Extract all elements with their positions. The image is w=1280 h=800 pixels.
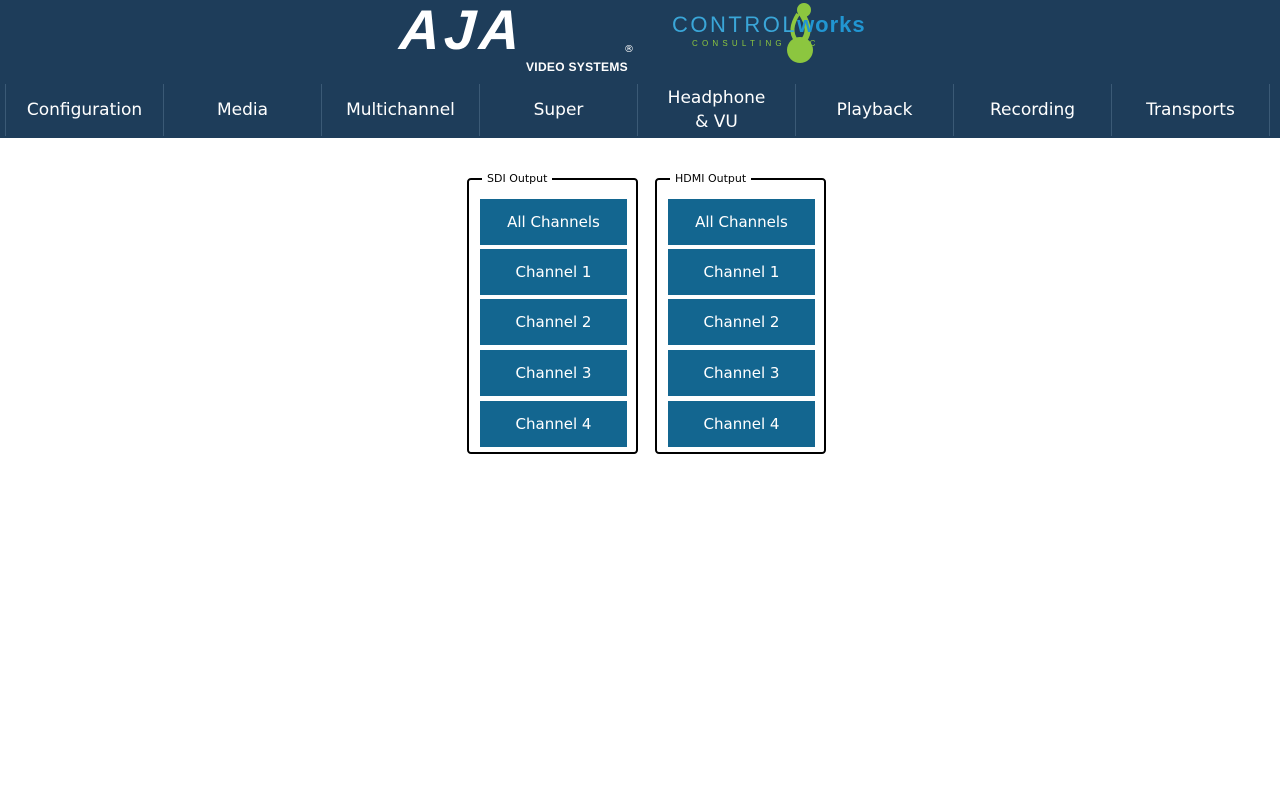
aja-logo-letters: AJA: [397, 0, 527, 61]
sdi-all-channels-button[interactable]: All Channels: [480, 199, 627, 245]
aja-logo-tagline: VIDEO SYSTEMS: [526, 60, 628, 74]
main-content: [0, 138, 1280, 800]
tab-configuration[interactable]: Configuration: [5, 84, 163, 136]
sdi-channel-2-button[interactable]: Channel 2: [480, 299, 627, 345]
sdi-channel-1-button[interactable]: Channel 1: [480, 249, 627, 295]
header-bar: AJA ® VIDEO SYSTEMS CONTROLworks CONSULT…: [0, 0, 1280, 84]
tab-playback[interactable]: Playback: [795, 84, 953, 136]
main-tab-bar: Configuration Media Multichannel Super H…: [0, 84, 1280, 138]
controlworks-logo-text: CONTROLworks: [672, 12, 866, 38]
tab-super[interactable]: Super: [479, 84, 637, 136]
hdmi-output-group: HDMI Output All Channels Channel 1 Chann…: [655, 171, 826, 454]
hdmi-output-legend: HDMI Output: [670, 171, 752, 187]
tab-headphone-vu[interactable]: Headphone & VU: [637, 84, 795, 136]
hdmi-channel-3-button[interactable]: Channel 3: [668, 350, 815, 396]
sdi-output-group: SDI Output All Channels Channel 1 Channe…: [467, 171, 638, 454]
controlworks-logo: CONTROLworks CONSULTING LLC: [672, 0, 882, 70]
sdi-channel-4-button[interactable]: Channel 4: [480, 401, 627, 447]
tab-transports[interactable]: Transports: [1111, 84, 1270, 136]
hdmi-all-channels-button[interactable]: All Channels: [668, 199, 815, 245]
aja-logo: AJA ® VIDEO SYSTEMS: [398, 0, 636, 76]
hdmi-channel-1-button[interactable]: Channel 1: [668, 249, 815, 295]
controlworks-logo-tagline: CONSULTING LLC: [692, 39, 820, 48]
tab-recording[interactable]: Recording: [953, 84, 1111, 136]
sdi-channel-3-button[interactable]: Channel 3: [480, 350, 627, 396]
controlworks-logo-suffix: works: [797, 12, 866, 37]
controlworks-logo-prefix: CONTROL: [672, 12, 798, 37]
tab-media[interactable]: Media: [163, 84, 321, 136]
tab-multichannel[interactable]: Multichannel: [321, 84, 479, 136]
hdmi-channel-2-button[interactable]: Channel 2: [668, 299, 815, 345]
sdi-output-legend: SDI Output: [482, 171, 553, 187]
aja-registered-mark: ®: [624, 44, 634, 55]
hdmi-channel-4-button[interactable]: Channel 4: [668, 401, 815, 447]
